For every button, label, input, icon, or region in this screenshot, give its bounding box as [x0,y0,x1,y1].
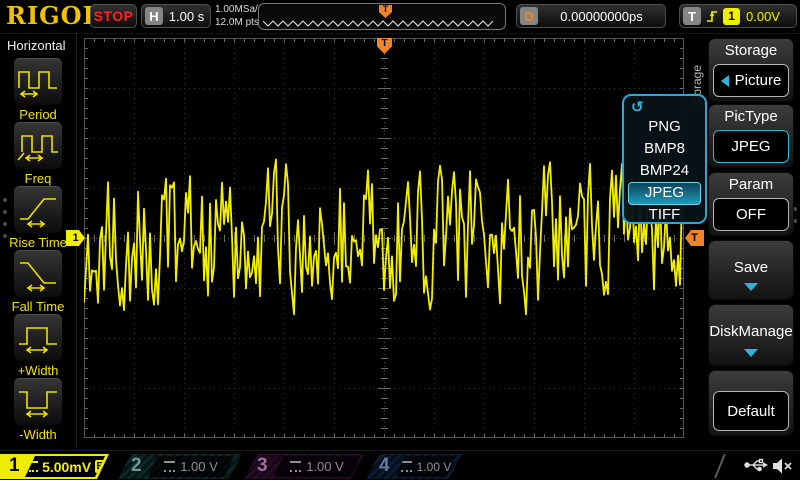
softkey-value: Default [727,403,775,420]
run-state-indicator[interactable]: STOP [90,4,137,28]
measure-label-freq: Freq [0,171,76,186]
channel-number: 1 [9,455,20,477]
dc-coupling-icon [164,461,175,472]
channel-scale: 1.00 V [180,459,218,474]
channel-number: 4 [379,455,390,477]
oscilloscope-screen: RIGOL STOP H 1.00 s 1.00MSa/s 12.0M pts … [0,0,800,480]
acquisition-info: 1.00MSa/s 12.0M pts [215,3,263,29]
rising-edge-icon [705,8,719,24]
channel-number: 2 [131,455,142,477]
positive-width-icon [16,320,60,356]
trigger-level-value: 0.00V [746,9,780,24]
measure-label-pos-width: +Width [0,363,76,378]
measure-item-fall-time[interactable] [14,250,62,297]
trigger-delay-box[interactable]: D 0.00000000ps [516,4,666,28]
measure-item-freq[interactable] [14,122,62,169]
speaker-muted-icon[interactable] [772,457,794,475]
storage-softkey-menu: Storage Storage Picture PicType JPEG Par… [690,33,800,450]
softkey-save[interactable]: Save [708,240,794,300]
fall-time-icon [16,256,60,292]
undo-back-icon: ↺ [631,98,644,116]
horizontal-key-icon: H [145,7,163,25]
softkey-value: JPEG [731,138,770,155]
delay-key-icon: D [520,7,538,25]
measure-label-neg-width: -Width [0,427,76,442]
softkey-label: Storage [709,39,793,59]
pictype-option-png[interactable]: PNG [629,116,700,137]
top-status-bar: RIGOL STOP H 1.00 s 1.00MSa/s 12.0M pts … [0,0,800,34]
softkey-label: Save [709,259,793,276]
softkey-diskmanage[interactable]: DiskManage [708,304,794,366]
dc-coupling-icon [29,461,38,472]
softkey-label: Param [709,173,793,193]
usb-icon[interactable] [744,457,770,473]
chevron-down-icon [744,283,758,291]
pictype-option-tiff[interactable]: TIFF [629,204,700,225]
pictype-option-bmp24[interactable]: BMP24 [629,160,700,181]
horizontal-measure-menu: Horizontal Period Freq [0,33,77,447]
channel-scale: 5.00mV [42,459,91,475]
left-menu-title: Horizontal [7,38,66,53]
timebase-value: 1.00 s [163,9,210,24]
chevron-down-icon [744,349,758,357]
measure-label-fall-time: Fall Time [0,299,76,314]
measure-label-period: Period [0,107,76,122]
trigger-key-icon: T [683,7,701,25]
softkey-label: DiskManage [709,323,793,340]
softkey-pictype[interactable]: PicType JPEG [708,104,794,168]
channel-1-status[interactable]: 1 5.00mV B [0,454,116,479]
channel-status-bar: 1 5.00mV B 2 1.00 V 3 1.00 V 4 [0,450,800,480]
trigger-source-badge: 1 [723,8,740,25]
waveform-display-area [84,38,684,438]
measure-item-neg-width[interactable] [14,378,62,425]
softkey-value: Picture [735,72,782,89]
ch1-ground-level-marker[interactable]: 1 [66,230,85,246]
channel-3-status[interactable]: 3 1.00 V [244,454,364,479]
status-bar-divider [714,454,726,479]
channel-2-status[interactable]: 2 1.00 V [118,454,242,479]
period-measure-icon [16,64,60,100]
menu-page-dot [3,198,7,202]
softkey-storage-type[interactable]: Storage Picture [708,38,794,102]
trigger-status-box[interactable]: T 1 0.00V [679,4,797,28]
dc-coupling-icon [401,461,412,472]
pictype-option-jpeg[interactable]: JPEG [628,182,701,205]
menu-page-dot [3,210,7,214]
measure-item-pos-width[interactable] [14,314,62,361]
rigol-logo: RIGOL [6,1,100,30]
dc-coupling-icon [290,461,301,472]
channel-scale: 1.00 V [306,459,344,474]
sample-rate: 1.00MSa/s [215,3,263,16]
delay-value: 0.00000000ps [538,9,665,24]
measure-item-period[interactable] [14,58,62,105]
pictype-dropdown: ↺ PNG BMP8 BMP24 JPEG TIFF [622,94,707,224]
memory-depth: 12.0M pts [215,16,263,29]
channel-4-status[interactable]: 4 1.00 V [366,454,462,479]
horizontal-timebase-box[interactable]: H 1.00 s [141,4,211,28]
measure-label-rise-time: Rise Time [0,235,76,250]
negative-width-icon [16,384,60,420]
softkey-label: PicType [709,105,793,125]
softkey-value: OFF [736,206,766,223]
graticule [84,38,684,438]
bandwidth-limit-icon: B [95,460,105,473]
chevron-left-icon [721,75,729,87]
waveform-position-preview: T [258,3,506,30]
softkey-param[interactable]: Param OFF [708,172,794,236]
menu-page-dot [3,234,7,238]
channel-number: 3 [257,455,268,477]
menu-page-dot [3,222,7,226]
softkey-default[interactable]: Default [708,370,794,436]
rise-time-icon [16,192,60,228]
pictype-option-bmp8[interactable]: BMP8 [629,138,700,159]
run-state-label: STOP [94,8,134,24]
frequency-measure-icon [16,128,60,164]
channel-scale: 1.00 V [417,460,452,474]
measure-item-rise-time[interactable] [14,186,62,233]
